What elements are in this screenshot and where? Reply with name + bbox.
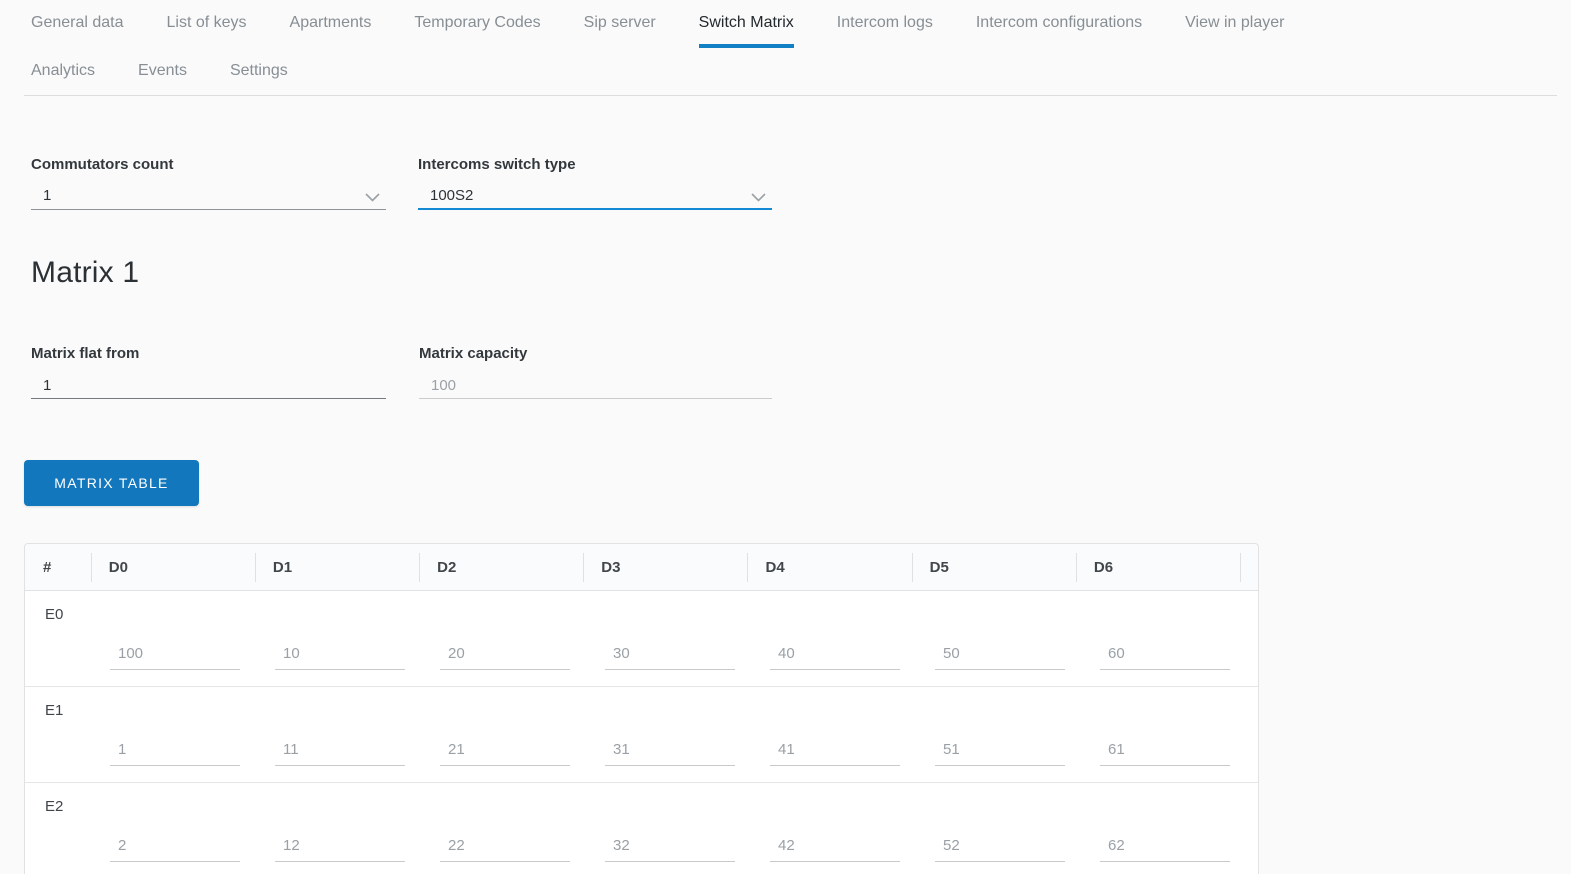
- matrix-cell-input-e1-d3[interactable]: [605, 737, 735, 766]
- matrix-cell-input-e0-d3[interactable]: [605, 641, 735, 670]
- main-tab-bar: General data List of keys Apartments Tem…: [31, 13, 1284, 48]
- matrix-capacity-label: Matrix capacity: [419, 345, 528, 362]
- intercoms-switch-type-label: Intercoms switch type: [418, 156, 576, 173]
- tab-analytics[interactable]: Analytics: [31, 61, 95, 92]
- matrix-cell-input-e0-d1[interactable]: [275, 641, 405, 670]
- matrix-flat-from-control: [31, 374, 386, 399]
- table-row-e1: E1: [25, 687, 1258, 783]
- matrix-cell-input-e2-d1[interactable]: [275, 833, 405, 862]
- matrix-heading: Matrix 1: [31, 256, 140, 289]
- matrix-flat-from-field: Matrix flat from: [31, 345, 386, 399]
- matrix-cell-input-e2-d2[interactable]: [440, 833, 570, 862]
- tab-list-of-keys[interactable]: List of keys: [167, 13, 247, 44]
- tab-intercom-logs[interactable]: Intercom logs: [837, 13, 933, 44]
- column-header-d3: D3: [583, 544, 747, 590]
- column-header-d6: D6: [1075, 544, 1240, 590]
- matrix-cell-input-e0-d5[interactable]: [935, 641, 1065, 670]
- matrix-cell-input-e1-d6[interactable]: [1100, 737, 1230, 766]
- matrix-cell-input-e0-d0[interactable]: [110, 641, 240, 670]
- column-header-d5: D5: [911, 544, 1076, 590]
- intercoms-switch-type-select[interactable]: 100S2: [418, 185, 772, 210]
- matrix-cell-input-e1-d5[interactable]: [935, 737, 1065, 766]
- matrix-cell-input-e2-d6[interactable]: [1100, 833, 1230, 862]
- row-label: E0: [45, 606, 64, 623]
- column-header-d4: D4: [747, 544, 911, 590]
- tabs-divider: [24, 95, 1557, 96]
- matrix-cell-input-e0-d4[interactable]: [770, 641, 900, 670]
- matrix-cell-input-e1-d0[interactable]: [110, 737, 240, 766]
- matrix-capacity-input: [419, 374, 772, 396]
- matrix-cell-input-e2-d0[interactable]: [110, 833, 240, 862]
- tab-sip-server[interactable]: Sip server: [584, 13, 656, 44]
- tab-events[interactable]: Events: [138, 61, 187, 92]
- intercoms-switch-type-field: Intercoms switch type 100S2: [418, 156, 772, 210]
- table-row-e2: E2: [25, 783, 1258, 874]
- row-label: E1: [45, 702, 64, 719]
- matrix-capacity-control: [419, 374, 772, 399]
- tab-temporary-codes[interactable]: Temporary Codes: [414, 13, 540, 44]
- secondary-tab-bar: Analytics Events Settings: [31, 61, 288, 92]
- matrix-table: # D0 D1 D2 D3 D4 D5 D6 E0 E1: [24, 543, 1259, 874]
- matrix-table-header: # D0 D1 D2 D3 D4 D5 D6: [25, 544, 1258, 591]
- tab-apartments[interactable]: Apartments: [290, 13, 372, 44]
- matrix-flat-from-label: Matrix flat from: [31, 345, 140, 362]
- matrix-cell-input-e2-d5[interactable]: [935, 833, 1065, 862]
- table-row-e0: E0: [25, 591, 1258, 687]
- matrix-cell-input-e0-d2[interactable]: [440, 641, 570, 670]
- column-header-index: #: [43, 558, 52, 576]
- switch-matrix-page: General data List of keys Apartments Tem…: [0, 0, 1571, 874]
- tab-intercom-configurations[interactable]: Intercom configurations: [976, 13, 1142, 44]
- tab-general-data[interactable]: General data: [31, 13, 124, 44]
- commutators-count-select[interactable]: 1: [31, 185, 386, 210]
- row-label: E2: [45, 798, 64, 815]
- matrix-table-button[interactable]: MATRIX TABLE: [24, 460, 199, 506]
- commutators-count-field: Commutators count 1: [31, 156, 386, 210]
- column-header-d1: D1: [254, 544, 419, 590]
- column-header-filler: [1240, 544, 1258, 590]
- commutators-count-value: 1: [43, 187, 52, 204]
- column-header-d0: D0: [90, 544, 255, 590]
- matrix-capacity-field: Matrix capacity: [419, 345, 772, 399]
- matrix-cell-input-e0-d6[interactable]: [1100, 641, 1230, 670]
- intercoms-switch-type-value: 100S2: [430, 187, 474, 204]
- matrix-cell-input-e2-d4[interactable]: [770, 833, 900, 862]
- chevron-down-icon: [751, 193, 766, 202]
- column-header-d2: D2: [419, 544, 583, 590]
- matrix-cell-input-e2-d3[interactable]: [605, 833, 735, 862]
- commutators-count-label: Commutators count: [31, 156, 174, 173]
- tab-switch-matrix[interactable]: Switch Matrix: [698, 13, 794, 48]
- matrix-flat-from-input[interactable]: [31, 374, 386, 396]
- tab-view-in-player[interactable]: View in player: [1185, 13, 1284, 44]
- tab-settings[interactable]: Settings: [230, 61, 288, 92]
- matrix-cell-input-e1-d1[interactable]: [275, 737, 405, 766]
- matrix-cell-input-e1-d4[interactable]: [770, 737, 900, 766]
- chevron-down-icon: [365, 193, 380, 202]
- matrix-cell-input-e1-d2[interactable]: [440, 737, 570, 766]
